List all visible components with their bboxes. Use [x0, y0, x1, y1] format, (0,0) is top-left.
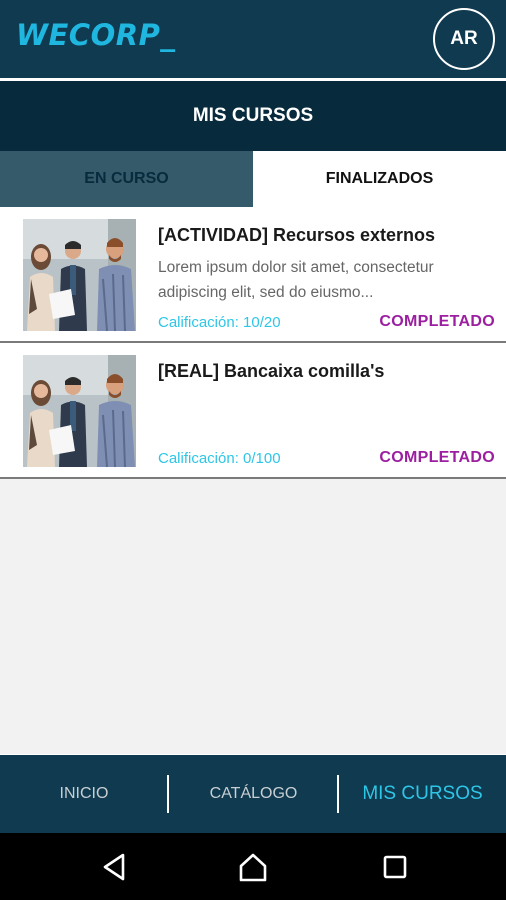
nav-label: MIS CURSOS — [362, 783, 483, 804]
course-thumbnail — [23, 219, 136, 331]
app-header: WECORP_ AR — [0, 0, 506, 78]
back-icon[interactable] — [96, 849, 132, 885]
home-icon[interactable] — [235, 849, 271, 885]
course-title: [ACTIVIDAD] Recursos externos — [158, 225, 436, 245]
course-thumbnail — [23, 355, 136, 467]
course-thumbnail-image — [23, 355, 136, 467]
recents-icon[interactable] — [377, 849, 413, 885]
wecorp-logo[interactable]: WECORP_ — [16, 18, 175, 52]
tab-label: FINALIZADOS — [325, 170, 434, 187]
nav-label: INICIO — [59, 785, 109, 802]
tab-finalizados[interactable]: FINALIZADOS — [253, 151, 506, 207]
nav-catalogo[interactable]: CATÁLOGO — [169, 755, 338, 833]
course-status: COMPLETADO — [379, 449, 495, 466]
course-title: [REAL] Bancaixa comilla's — [158, 361, 385, 381]
course-card[interactable]: [REAL] Bancaixa comilla's Calificación: … — [0, 343, 506, 479]
nav-inicio[interactable]: INICIO — [0, 755, 168, 833]
course-grade: Calificación: 0/100 — [158, 450, 281, 467]
course-card[interactable]: [ACTIVIDAD] Recursos externos Lorem ipsu… — [0, 207, 506, 343]
bottom-navigation: INICIO CATÁLOGO MIS CURSOS — [0, 754, 506, 833]
course-description: Lorem ipsum dolor sit amet, consectetur … — [158, 259, 434, 301]
page-title-bar: MIS CURSOS — [0, 81, 506, 151]
system-navigation-bar — [0, 833, 506, 900]
tab-label: EN CURSO — [84, 170, 169, 187]
user-avatar[interactable]: AR — [433, 8, 495, 70]
course-grade: Calificación: 10/20 — [158, 314, 281, 331]
nav-mis-cursos[interactable]: MIS CURSOS — [339, 755, 506, 833]
course-thumbnail-image — [23, 219, 136, 331]
course-status: COMPLETADO — [379, 313, 495, 330]
page-title: MIS CURSOS — [192, 105, 314, 126]
tab-en-curso[interactable]: EN CURSO — [0, 151, 253, 207]
nav-label: CATÁLOGO — [209, 785, 298, 802]
